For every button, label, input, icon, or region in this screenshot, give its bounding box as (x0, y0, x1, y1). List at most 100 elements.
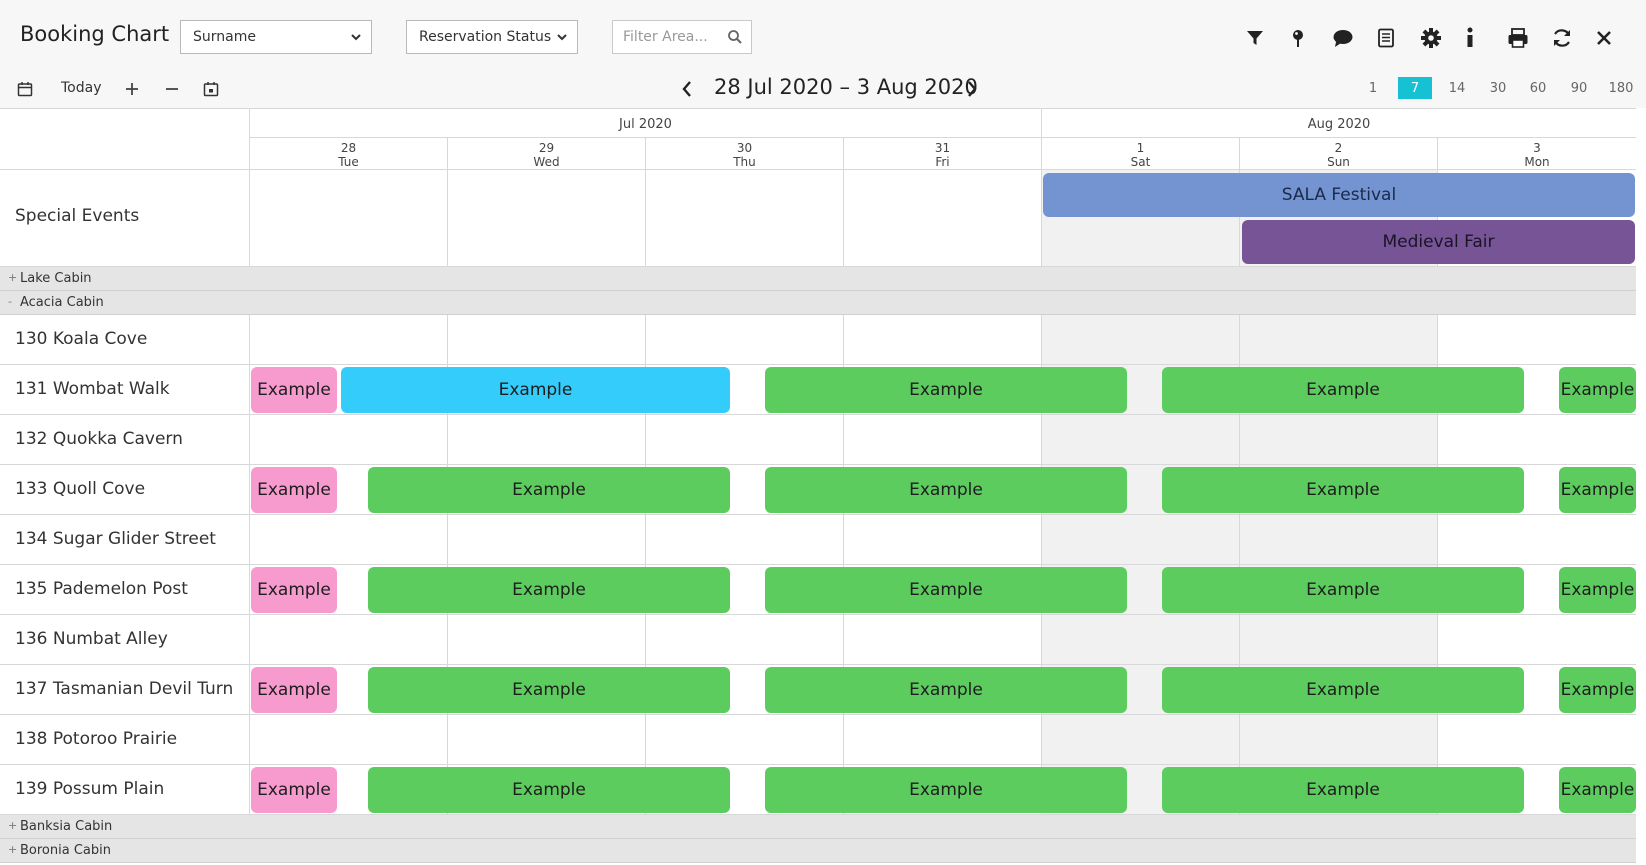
gear-icon[interactable] (1419, 26, 1443, 50)
booking-bar-green[interactable]: Example (765, 567, 1127, 613)
room-name[interactable]: 133 Quoll Cove (15, 479, 145, 499)
zoom-option-14[interactable]: 14 (1444, 77, 1470, 99)
day-header-cell[interactable]: 28 Tue (249, 138, 447, 170)
room-name[interactable]: 139 Possum Plain (15, 779, 164, 799)
sort-select[interactable]: Surname (180, 20, 372, 54)
grid-line (645, 170, 646, 266)
booking-bar-pink[interactable]: Example (251, 667, 337, 713)
chevron-right-icon[interactable] (961, 78, 983, 100)
report-icon[interactable] (1374, 26, 1398, 50)
grid-line (1437, 615, 1438, 664)
booking-bar-green[interactable]: Example (1162, 667, 1524, 713)
expand-toggle[interactable]: + (8, 271, 17, 284)
day-number: 1 (1136, 141, 1145, 155)
grid-line (843, 315, 844, 364)
booking-bar-green[interactable]: Example (1162, 767, 1524, 813)
date-navigation-bar: Today 28 Jul 2020 – 3 Aug 2020 1 7 14 30… (0, 70, 1646, 108)
grid-line (249, 365, 250, 414)
group-name: Boronia Cabin (20, 843, 111, 858)
grid-line (447, 170, 448, 266)
room-name[interactable]: 130 Koala Cove (15, 329, 147, 349)
room-column-header (0, 108, 249, 170)
zoom-option-60[interactable]: 60 (1525, 77, 1551, 99)
grid-line (447, 715, 448, 764)
group-row-lake-cabin[interactable]: + Lake Cabin (0, 267, 1636, 291)
booking-bar-green[interactable]: Example (1559, 667, 1636, 713)
day-of-week: Sat (1130, 155, 1151, 169)
month-header: Jul 2020 Aug 2020 (249, 108, 1636, 139)
room-name[interactable]: 134 Sugar Glider Street (15, 529, 216, 549)
booking-bar-pink[interactable]: Example (251, 367, 337, 413)
day-header-cell[interactable]: 2 Sun (1239, 138, 1437, 170)
room-name[interactable]: 136 Numbat Alley (15, 629, 168, 649)
room-name[interactable]: 135 Pademelon Post (15, 579, 188, 599)
booking-bar-green[interactable]: Example (765, 667, 1127, 713)
filter-area-input[interactable]: Filter Area... (612, 20, 752, 54)
group-row-acacia-cabin[interactable]: - Acacia Cabin (0, 291, 1636, 315)
day-header-cell[interactable]: 29 Wed (447, 138, 645, 170)
calendar-check-icon[interactable] (200, 78, 222, 100)
day-header: 28 Tue 29 Wed 30 Thu 31 Fri 1 Sat 2 Sun 3 Mon (249, 138, 1636, 170)
group-row-banksia-cabin[interactable]: + Banksia Cabin (0, 815, 1636, 839)
booking-bar-green[interactable]: Example (1559, 767, 1636, 813)
room-row: 138 Potoroo Prairie (0, 715, 1636, 765)
room-name[interactable]: 137 Tasmanian Devil Turn (15, 679, 233, 699)
print-icon[interactable] (1506, 26, 1530, 50)
pin-icon[interactable] (1286, 26, 1310, 50)
zoom-option-180[interactable]: 180 (1605, 77, 1637, 99)
room-row: 132 Quokka Cavern (0, 415, 1636, 465)
booking-bar-green[interactable]: Example (765, 767, 1127, 813)
filter-icon[interactable] (1243, 26, 1267, 50)
booking-bar-green[interactable]: Example (765, 467, 1127, 513)
today-button[interactable]: Today (61, 80, 102, 96)
status-select[interactable]: Reservation Status (406, 20, 578, 54)
minus-icon[interactable] (161, 78, 183, 100)
booking-bar-green[interactable]: Example (1162, 567, 1524, 613)
special-events-label: Special Events (15, 206, 140, 226)
booking-bar-green[interactable]: Example (1162, 467, 1524, 513)
group-row-boronia-cabin[interactable]: + Boronia Cabin (0, 839, 1636, 863)
booking-bar-green[interactable]: Example (1162, 367, 1524, 413)
expand-toggle[interactable]: + (8, 819, 17, 832)
expand-toggle[interactable]: + (8, 843, 17, 856)
room-name[interactable]: 131 Wombat Walk (15, 379, 170, 399)
grid-line (249, 465, 250, 514)
day-header-cell[interactable]: 31 Fri (843, 138, 1041, 170)
chevron-left-icon[interactable] (676, 78, 698, 100)
booking-bar-cyan[interactable]: Example (341, 367, 730, 413)
chevron-down-icon (557, 34, 567, 41)
booking-bar-green[interactable]: Example (368, 767, 730, 813)
month-label: Jul 2020 (249, 109, 1041, 139)
day-header-cell[interactable]: 3 Mon (1437, 138, 1636, 170)
zoom-option-1[interactable]: 1 (1362, 77, 1384, 99)
comment-icon[interactable] (1331, 26, 1355, 50)
day-header-cell[interactable]: 1 Sat (1041, 138, 1239, 170)
room-name[interactable]: 132 Quokka Cavern (15, 429, 183, 449)
plus-icon[interactable] (121, 78, 143, 100)
collapse-toggle[interactable]: - (8, 295, 12, 308)
special-event-medieval-fair[interactable]: Medieval Fair (1242, 220, 1635, 264)
zoom-option-7[interactable]: 7 (1398, 77, 1432, 99)
booking-bar-green[interactable]: Example (368, 667, 730, 713)
close-icon[interactable] (1592, 26, 1616, 50)
booking-bar-pink[interactable]: Example (251, 567, 337, 613)
zoom-option-30[interactable]: 30 (1485, 77, 1511, 99)
booking-bar-green[interactable]: Example (1559, 367, 1636, 413)
zoom-option-90[interactable]: 90 (1566, 77, 1592, 99)
booking-bar-pink[interactable]: Example (251, 767, 337, 813)
booking-bar-green[interactable]: Example (368, 467, 730, 513)
booking-bar-green[interactable]: Example (1559, 467, 1636, 513)
day-header-cell[interactable]: 30 Thu (645, 138, 843, 170)
group-name: Acacia Cabin (20, 295, 104, 310)
room-name[interactable]: 138 Potoroo Prairie (15, 729, 177, 749)
grid-line (1041, 170, 1042, 266)
info-icon[interactable] (1458, 26, 1482, 50)
booking-bar-green[interactable]: Example (765, 367, 1127, 413)
calendar-icon[interactable] (14, 78, 36, 100)
booking-bar-green[interactable]: Example (368, 567, 730, 613)
special-event-sala-festival[interactable]: SALA Festival (1043, 173, 1635, 217)
booking-bar-green[interactable]: Example (1559, 567, 1636, 613)
refresh-icon[interactable] (1550, 26, 1574, 50)
room-row: 130 Koala Cove (0, 315, 1636, 365)
booking-bar-pink[interactable]: Example (251, 467, 337, 513)
